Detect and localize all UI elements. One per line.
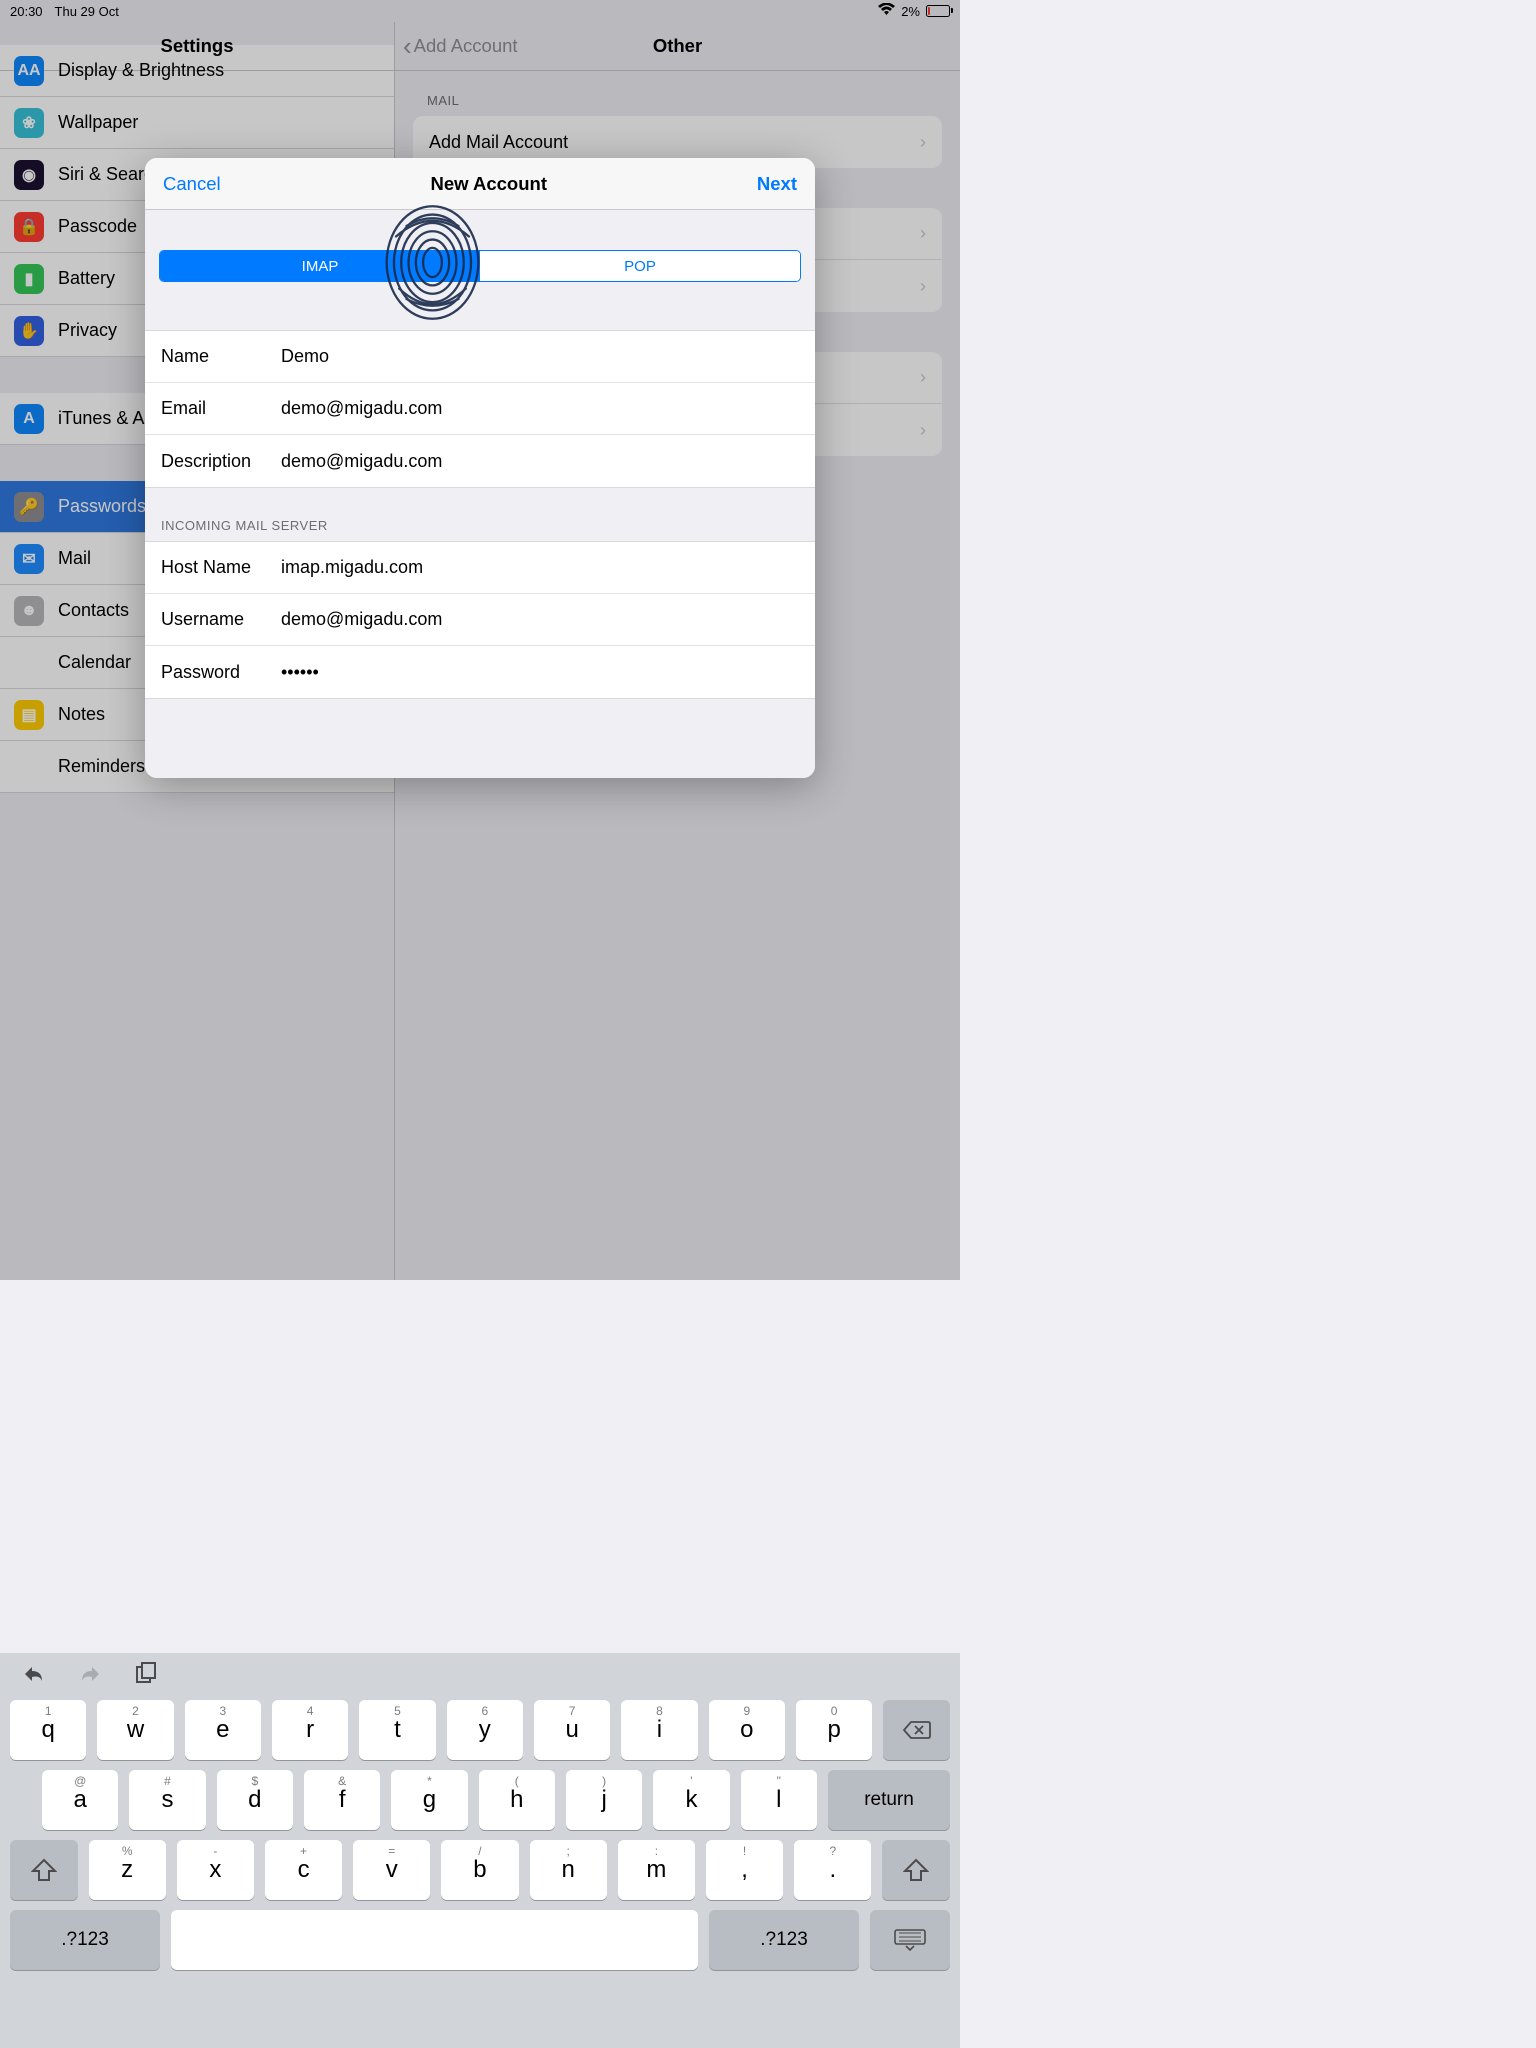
key-shift-right[interactable] [882, 1840, 950, 1900]
key-return[interactable]: return [828, 1770, 950, 1830]
protocol-segmented: IMAP POP [159, 250, 801, 282]
key-dismiss[interactable] [870, 1910, 950, 1970]
sidebar-item-display-brightness[interactable]: AA Display & Brightness [0, 45, 394, 97]
status-bar: 20:30 Thu 29 Oct 2% [0, 0, 960, 22]
sheet-title: New Account [430, 173, 547, 195]
sidebar-item-label: Battery [58, 268, 115, 289]
battery-icon [926, 5, 950, 17]
new-account-sheet: Cancel New Account Next IMAP POP Name De… [145, 158, 815, 778]
key-h[interactable]: (h [479, 1770, 555, 1830]
sidebar-item-label: Display & Brightness [58, 60, 224, 81]
key-space[interactable] [171, 1910, 698, 1970]
sidebar-item-label: Wallpaper [58, 112, 138, 133]
key-c[interactable]: +c [265, 1840, 342, 1900]
key-e[interactable]: 3e [185, 1700, 261, 1760]
key-o[interactable]: 9o [709, 1700, 785, 1760]
onscreen-keyboard: 1q2w3e4r5t6y7u8i9o0p @a#s$d&f*g(h)j'k"lr… [0, 1653, 960, 2048]
key-.[interactable]: ?. [794, 1840, 871, 1900]
sidebar-item-label: Notes [58, 704, 105, 725]
sidebar-item-label: Reminders [58, 756, 145, 777]
status-date: Thu 29 Oct [55, 4, 119, 19]
key-symbols-left[interactable]: .?123 [10, 1910, 160, 1970]
keyboard-toolbar [0, 1653, 960, 1695]
incoming-fields: Host Name imap.migadu.com Username demo@… [145, 541, 815, 699]
key-s[interactable]: #s [129, 1770, 205, 1830]
key-k[interactable]: 'k [653, 1770, 729, 1830]
undo-icon[interactable] [20, 1660, 48, 1688]
key-d[interactable]: $d [217, 1770, 293, 1830]
detail-title: Other [653, 35, 702, 57]
field-name[interactable]: Name Demo [145, 331, 815, 383]
chevron-right-icon: › [920, 276, 926, 297]
chevron-right-icon: › [920, 367, 926, 388]
next-button[interactable]: Next [757, 173, 797, 195]
key-w[interactable]: 2w [97, 1700, 173, 1760]
siri-search-icon: ◉ [14, 160, 44, 190]
key-j[interactable]: )j [566, 1770, 642, 1830]
paste-icon[interactable] [132, 1660, 160, 1688]
passcode-icon: 🔒 [14, 212, 44, 242]
key-n[interactable]: ;n [530, 1840, 607, 1900]
incoming-header: INCOMING MAIL SERVER [145, 488, 815, 541]
sheet-nav: Cancel New Account Next [145, 158, 815, 210]
status-time: 20:30 [10, 4, 43, 19]
passwords-accounts-icon: 🔑 [14, 492, 44, 522]
field-password[interactable]: Password •••••• [145, 646, 815, 698]
privacy-icon: ✋ [14, 316, 44, 346]
cancel-button[interactable]: Cancel [163, 173, 221, 195]
seg-imap[interactable]: IMAP [160, 251, 480, 281]
key-z[interactable]: %z [89, 1840, 166, 1900]
battery-percent: 2% [901, 4, 920, 19]
key-symbols-right[interactable]: .?123 [709, 1910, 859, 1970]
display-brightness-icon: AA [14, 56, 44, 86]
key-a[interactable]: @a [42, 1770, 118, 1830]
key-shift-left[interactable] [10, 1840, 78, 1900]
chevron-right-icon: › [920, 223, 926, 244]
redo-icon [76, 1660, 104, 1688]
calendar-icon: ▦ [14, 648, 44, 678]
key-t[interactable]: 5t [359, 1700, 435, 1760]
seg-pop[interactable]: POP [480, 251, 800, 281]
sidebar-item-label: Calendar [58, 652, 131, 673]
key-i[interactable]: 8i [621, 1700, 697, 1760]
field-description[interactable]: Description demo@migadu.com [145, 435, 815, 487]
key-g[interactable]: *g [391, 1770, 467, 1830]
field-hostname[interactable]: Host Name imap.migadu.com [145, 542, 815, 594]
key-backspace[interactable] [883, 1700, 950, 1760]
field-username[interactable]: Username demo@migadu.com [145, 594, 815, 646]
key-q[interactable]: 1q [10, 1700, 86, 1760]
back-button[interactable]: ‹ Add Account [403, 33, 518, 59]
key-x[interactable]: -x [177, 1840, 254, 1900]
key-m[interactable]: :m [618, 1840, 695, 1900]
contacts-icon: ☻ [14, 596, 44, 626]
wifi-icon [878, 3, 895, 19]
sidebar-item-label: Passcode [58, 216, 137, 237]
key-b[interactable]: /b [441, 1840, 518, 1900]
itunes-appstore-icon: A [14, 404, 44, 434]
chevron-left-icon: ‹ [403, 33, 412, 59]
mail-icon: ✉ [14, 544, 44, 574]
reminders-icon: ☰ [14, 752, 44, 782]
detail-nav: ‹ Add Account Other [395, 22, 960, 71]
key-f[interactable]: &f [304, 1770, 380, 1830]
key-y[interactable]: 6y [447, 1700, 523, 1760]
account-fields: Name Demo Email demo@migadu.com Descript… [145, 330, 815, 488]
wallpaper-icon: ❀ [14, 108, 44, 138]
key-v[interactable]: =v [353, 1840, 430, 1900]
key-r[interactable]: 4r [272, 1700, 348, 1760]
notes-icon: ▤ [14, 700, 44, 730]
battery-icon: ▮ [14, 264, 44, 294]
key-l[interactable]: "l [741, 1770, 817, 1830]
field-email[interactable]: Email demo@migadu.com [145, 383, 815, 435]
sidebar-item-label: Contacts [58, 600, 129, 621]
sidebar-item-label: Privacy [58, 320, 117, 341]
mail-section-header: MAIL [395, 71, 960, 116]
chevron-right-icon: › [920, 420, 926, 441]
key-u[interactable]: 7u [534, 1700, 610, 1760]
key-p[interactable]: 0p [796, 1700, 872, 1760]
sidebar-item-wallpaper[interactable]: ❀ Wallpaper [0, 97, 394, 149]
key-,[interactable]: !, [706, 1840, 783, 1900]
chevron-right-icon: › [920, 132, 926, 153]
sidebar-item-label: Mail [58, 548, 91, 569]
